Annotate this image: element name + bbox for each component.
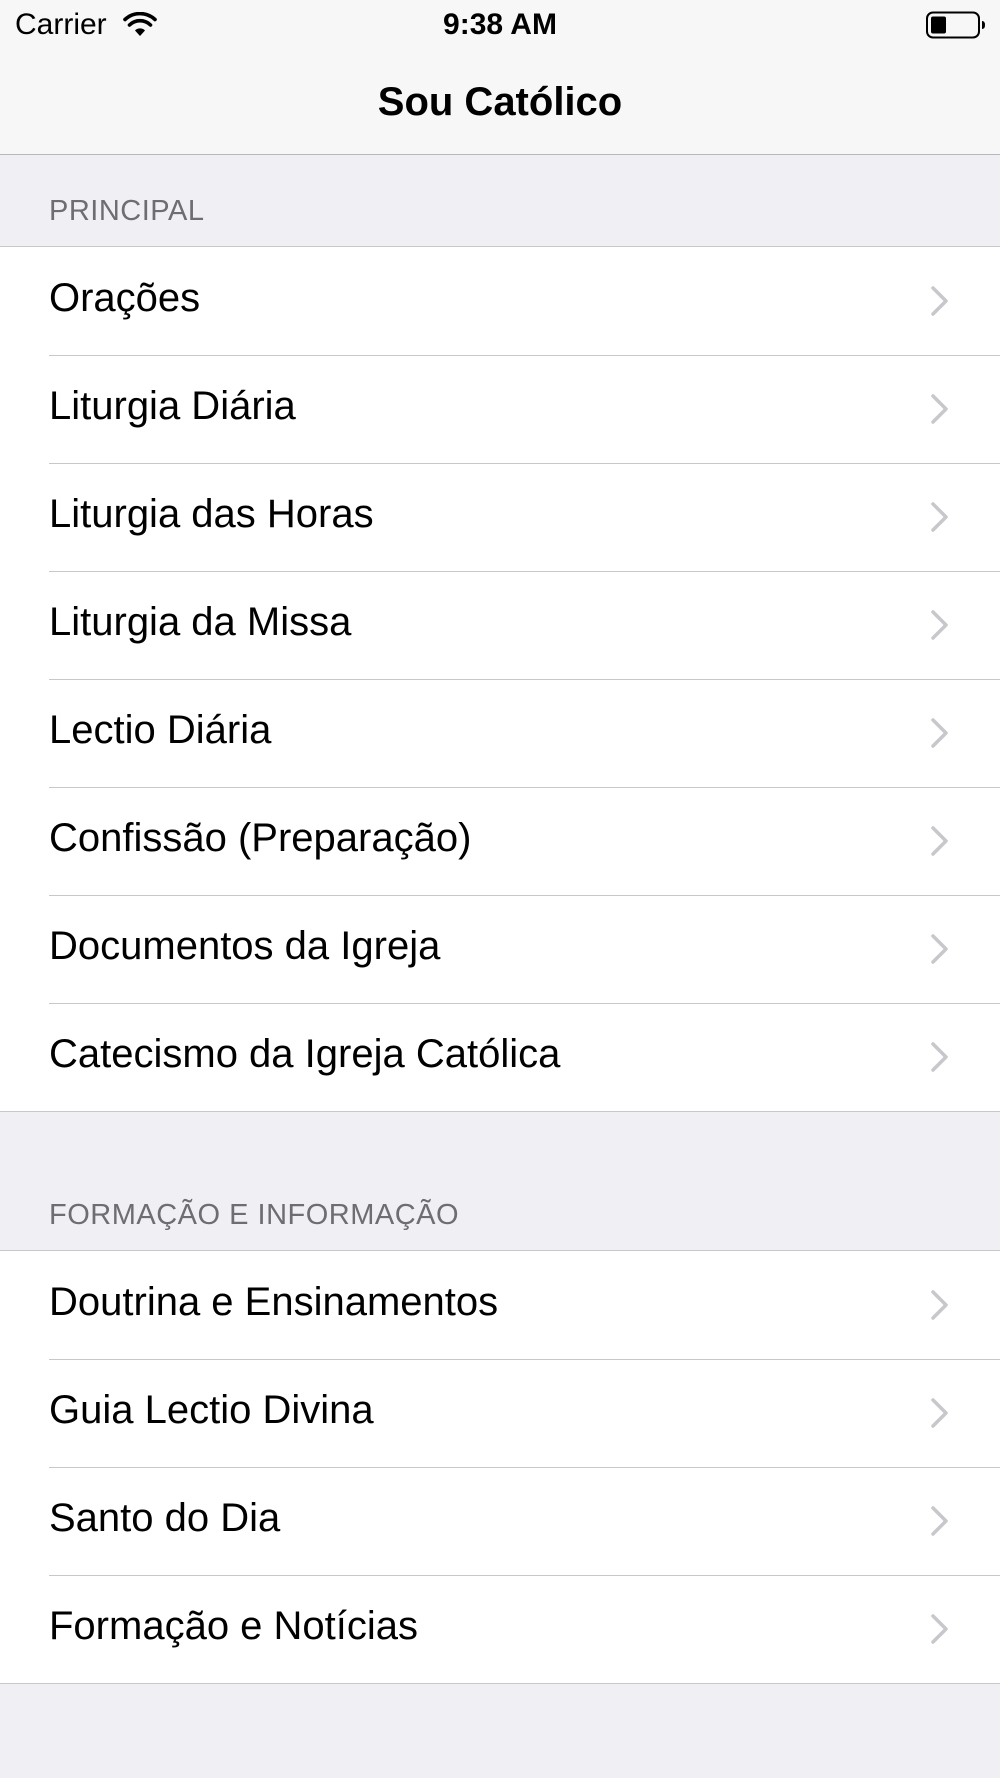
list-item-label: Guia Lectio Divina — [49, 1388, 374, 1432]
chevron-right-icon — [931, 826, 948, 856]
chevron-right-icon — [931, 1398, 948, 1428]
list-item-label: Liturgia das Horas — [49, 492, 374, 536]
battery-icon — [926, 11, 985, 39]
formacao-list: Doutrina e Ensinamentos Guia Lectio Divi… — [0, 1250, 1000, 1684]
list-item-liturgia-diaria[interactable]: Liturgia Diária — [0, 355, 1000, 463]
list-item-label: Liturgia Diária — [49, 384, 296, 428]
list-item-label: Documentos da Igreja — [49, 924, 441, 968]
chevron-right-icon — [931, 1042, 948, 1072]
chevron-right-icon — [931, 1506, 948, 1536]
list-item-label: Santo do Dia — [49, 1496, 281, 1540]
list-item-label: Liturgia da Missa — [49, 600, 352, 644]
list-item-label: Catecismo da Igreja Católica — [49, 1032, 561, 1076]
list-item-label: Doutrina e Ensinamentos — [49, 1280, 499, 1324]
section-header-principal: PRINCIPAL — [49, 195, 205, 227]
list-item-catecismo[interactable]: Catecismo da Igreja Católica — [0, 1003, 1000, 1111]
chevron-right-icon — [931, 286, 948, 316]
page-title: Sou Católico — [377, 80, 623, 124]
status-bar: Carrier 9:38 AM — [0, 0, 1000, 50]
list-item-confissao[interactable]: Confissão (Preparação) — [0, 787, 1000, 895]
principal-list: Orações Liturgia Diária Liturgia das Hor… — [0, 246, 1000, 1112]
chevron-right-icon — [931, 1614, 948, 1644]
chevron-right-icon — [931, 394, 948, 424]
list-item-documentos-da-igreja[interactable]: Documentos da Igreja — [0, 895, 1000, 1003]
chevron-right-icon — [931, 1290, 948, 1320]
list-item-lectio-diaria[interactable]: Lectio Diária — [0, 679, 1000, 787]
status-time: 9:38 AM — [443, 8, 557, 41]
list-item-formacao-e-noticias[interactable]: Formação e Notícias — [0, 1575, 1000, 1683]
list-item-liturgia-das-horas[interactable]: Liturgia das Horas — [0, 463, 1000, 571]
navigation-bar: Sou Católico — [0, 50, 1000, 155]
section-header-formacao: FORMAÇÃO E INFORMAÇÃO — [49, 1199, 460, 1231]
list-item-label: Orações — [49, 276, 201, 320]
list-item-label: Lectio Diária — [49, 708, 272, 752]
chevron-right-icon — [931, 718, 948, 748]
list-item-oracoes[interactable]: Orações — [0, 247, 1000, 355]
list-item-santo-do-dia[interactable]: Santo do Dia — [0, 1467, 1000, 1575]
chevron-right-icon — [931, 502, 948, 532]
chevron-right-icon — [931, 610, 948, 640]
list-item-doutrina[interactable]: Doutrina e Ensinamentos — [0, 1251, 1000, 1359]
list-item-label: Formação e Notícias — [49, 1604, 419, 1648]
list-item-label: Confissão (Preparação) — [49, 816, 472, 860]
list-item-guia-lectio-divina[interactable]: Guia Lectio Divina — [0, 1359, 1000, 1467]
chevron-right-icon — [931, 934, 948, 964]
list-item-liturgia-da-missa[interactable]: Liturgia da Missa — [0, 571, 1000, 679]
